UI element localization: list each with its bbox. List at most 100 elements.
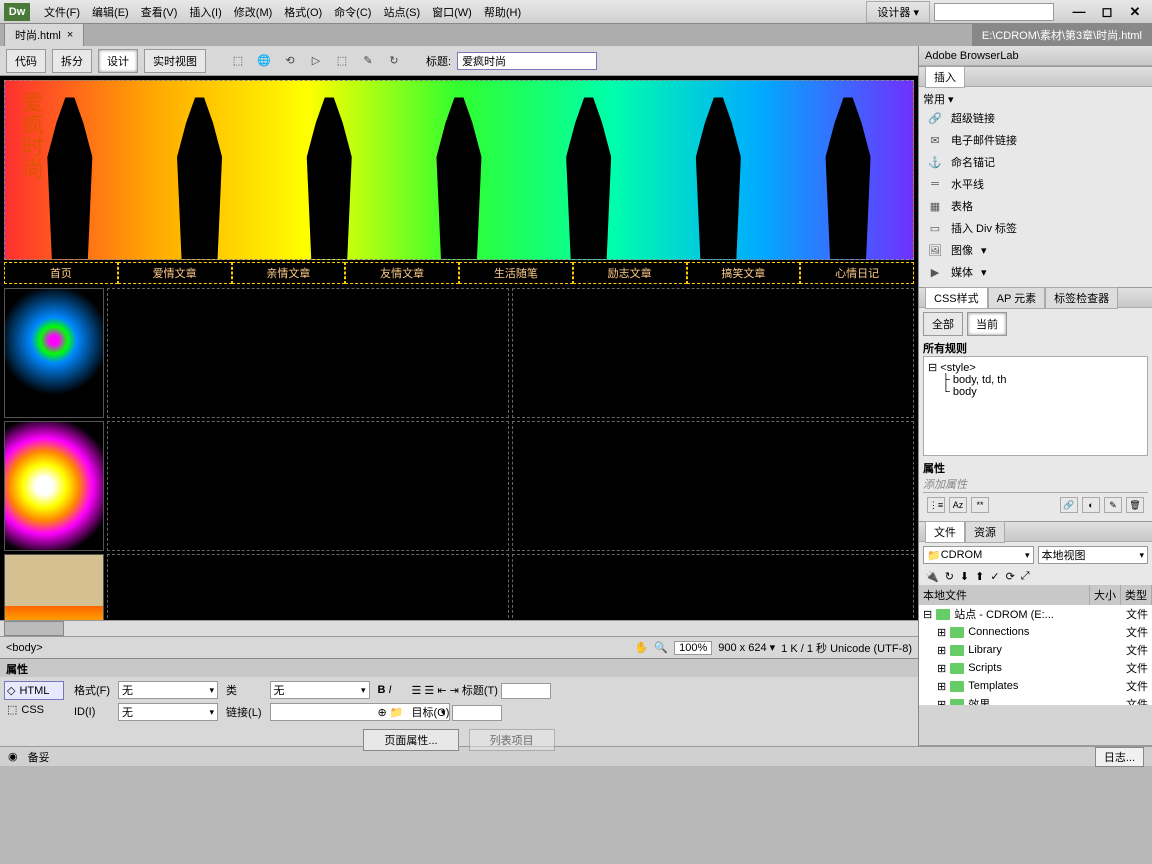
all-rules-button[interactable]: 全部 (923, 312, 963, 336)
icon[interactable]: ✎ (1104, 497, 1122, 513)
code-view-button[interactable]: 代码 (6, 49, 46, 73)
browserlab-header[interactable]: Adobe BrowserLab (919, 46, 1152, 66)
menu-view[interactable]: 查看(V) (135, 2, 184, 22)
css-mode-button[interactable]: ⬚ CSS (4, 700, 64, 719)
menu-modify[interactable]: 修改(M) (228, 2, 279, 22)
css-rules-tree[interactable]: ⊟ <style> ├ body, td, th └ body (923, 356, 1148, 456)
insert-hyperlink[interactable]: 🔗超级链接 (923, 107, 1148, 129)
add-attribute[interactable]: 添加属性 (923, 476, 1148, 492)
toolbar-icon[interactable]: ⬚ (332, 51, 352, 71)
maximize-button[interactable]: ◻ (1094, 4, 1120, 20)
menu-site[interactable]: 站点(S) (377, 2, 426, 22)
toolbar-icon[interactable]: ⬚ (228, 51, 248, 71)
refresh-icon[interactable]: ↻ (384, 51, 404, 71)
zoom-tool-icon[interactable]: 🔍 (654, 641, 668, 654)
insert-image[interactable]: 🖼图像 ▾ (923, 239, 1148, 261)
bold-button[interactable]: B (378, 684, 386, 696)
icon[interactable]: ⋮≡ (927, 497, 945, 513)
list-buttons[interactable]: ☰ ☰ ⇤ ⇥ 标题(T) (411, 682, 551, 699)
toolbar-icon[interactable]: ▷ (306, 51, 326, 71)
nav-item[interactable]: 励志文章 (573, 262, 687, 284)
sync-icon[interactable]: ⟳ (1006, 570, 1015, 583)
tag-inspector-tab[interactable]: 标签检查器 (1045, 287, 1118, 309)
icon[interactable]: ◐ (1082, 497, 1100, 513)
icon[interactable]: 🗑 (1126, 497, 1144, 513)
document-tab[interactable]: 时尚.html × (4, 23, 84, 46)
horizontal-scrollbar[interactable] (0, 620, 918, 636)
table-cell[interactable] (107, 288, 509, 418)
tag-selector[interactable]: <body> (6, 642, 43, 654)
menu-edit[interactable]: 编辑(E) (86, 2, 135, 22)
insert-table[interactable]: ▦表格 (923, 195, 1148, 217)
insert-media[interactable]: ▶媒体 ▾ (923, 261, 1148, 283)
view-select[interactable]: 本地视图 (1038, 546, 1149, 564)
split-view-button[interactable]: 拆分 (52, 49, 92, 73)
site-select[interactable]: 📁 CDROM (923, 546, 1034, 564)
put-icon[interactable]: ⬆ (975, 570, 984, 583)
insert-div[interactable]: ▭插入 Div 标签 (923, 217, 1148, 239)
menu-file[interactable]: 文件(F) (38, 2, 86, 22)
tab-close-icon[interactable]: × (67, 29, 73, 41)
title-field[interactable] (501, 683, 551, 699)
menu-commands[interactable]: 命令(C) (328, 2, 377, 22)
list-item-button[interactable]: 列表项目 (469, 729, 555, 751)
table-cell[interactable] (512, 288, 914, 418)
search-input[interactable] (934, 3, 1054, 21)
toolbar-icon[interactable]: ⟲ (280, 51, 300, 71)
target-field[interactable] (452, 705, 502, 721)
current-rules-button[interactable]: 当前 (967, 312, 1007, 336)
table-cell[interactable] (107, 421, 509, 551)
nav-item[interactable]: 搞笑文章 (687, 262, 801, 284)
expand-icon[interactable]: ⤢ (1021, 570, 1030, 583)
insert-anchor[interactable]: ⚓命名锚记 (923, 151, 1148, 173)
table-cell[interactable] (512, 421, 914, 551)
id-select[interactable]: 无 (118, 703, 218, 721)
nav-item[interactable]: 心情日记 (800, 262, 914, 284)
menu-format[interactable]: 格式(O) (278, 2, 328, 22)
page-banner[interactable]: 爱疯时尚 (4, 80, 914, 260)
files-tab[interactable]: 文件 (925, 521, 965, 543)
refresh-icon[interactable]: ↻ (945, 570, 954, 583)
live-view-button[interactable]: 实时视图 (144, 49, 206, 73)
link-icons[interactable]: ⊕ 📁 (378, 706, 404, 719)
css-styles-tab[interactable]: CSS样式 (925, 287, 988, 309)
log-button[interactable]: 日志... (1095, 747, 1144, 767)
insert-tab[interactable]: 插入 (925, 66, 965, 88)
workspace-selector[interactable]: 设计器 ▾ (866, 1, 930, 23)
insert-category[interactable]: 常用 ▾ (923, 91, 1148, 107)
toolbar-icon[interactable]: ✎ (358, 51, 378, 71)
close-button[interactable]: ✕ (1122, 4, 1148, 20)
checkout-icon[interactable]: ✓ (990, 570, 999, 583)
nav-item[interactable]: 友情文章 (345, 262, 459, 284)
icon[interactable]: ** (971, 497, 989, 513)
connect-icon[interactable]: 🔌 (925, 570, 939, 583)
properties-header[interactable]: 属性 (0, 659, 918, 677)
icon[interactable]: Az (949, 497, 967, 513)
nav-item[interactable]: 亲情文章 (232, 262, 346, 284)
class-select[interactable]: 无 (270, 681, 370, 699)
thumbnail[interactable] (4, 288, 104, 418)
thumbnail[interactable] (4, 554, 104, 620)
nav-item[interactable]: 爱情文章 (118, 262, 232, 284)
menu-window[interactable]: 窗口(W) (426, 2, 478, 22)
page-title-input[interactable] (457, 52, 597, 70)
insert-email-link[interactable]: ✉电子邮件链接 (923, 129, 1148, 151)
table-cell[interactable] (107, 554, 509, 620)
file-tree[interactable]: ⊟站点 - CDROM (E:...文件 ⊞Connections文件 ⊞Lib… (919, 605, 1152, 705)
zoom-select[interactable]: 100% (674, 641, 712, 655)
minimize-button[interactable]: — (1066, 4, 1092, 20)
assets-tab[interactable]: 资源 (965, 521, 1005, 543)
nav-item[interactable]: 首页 (4, 262, 118, 284)
design-canvas[interactable]: 爱疯时尚 首页 爱情文章 亲情文章 友情文章 生活随笔 励志文章 搞笑文章 心情… (0, 76, 918, 620)
hand-tool-icon[interactable]: ✋ (635, 641, 649, 654)
table-cell[interactable] (512, 554, 914, 620)
menu-insert[interactable]: 插入(I) (183, 2, 227, 22)
insert-hr[interactable]: ═水平线 (923, 173, 1148, 195)
page-properties-button[interactable]: 页面属性... (363, 729, 458, 751)
italic-button[interactable]: I (389, 684, 392, 696)
nav-item[interactable]: 生活随笔 (459, 262, 573, 284)
get-icon[interactable]: ⬇ (960, 570, 969, 583)
ap-elements-tab[interactable]: AP 元素 (988, 287, 1046, 309)
format-select[interactable]: 无 (118, 681, 218, 699)
menu-help[interactable]: 帮助(H) (478, 2, 527, 22)
